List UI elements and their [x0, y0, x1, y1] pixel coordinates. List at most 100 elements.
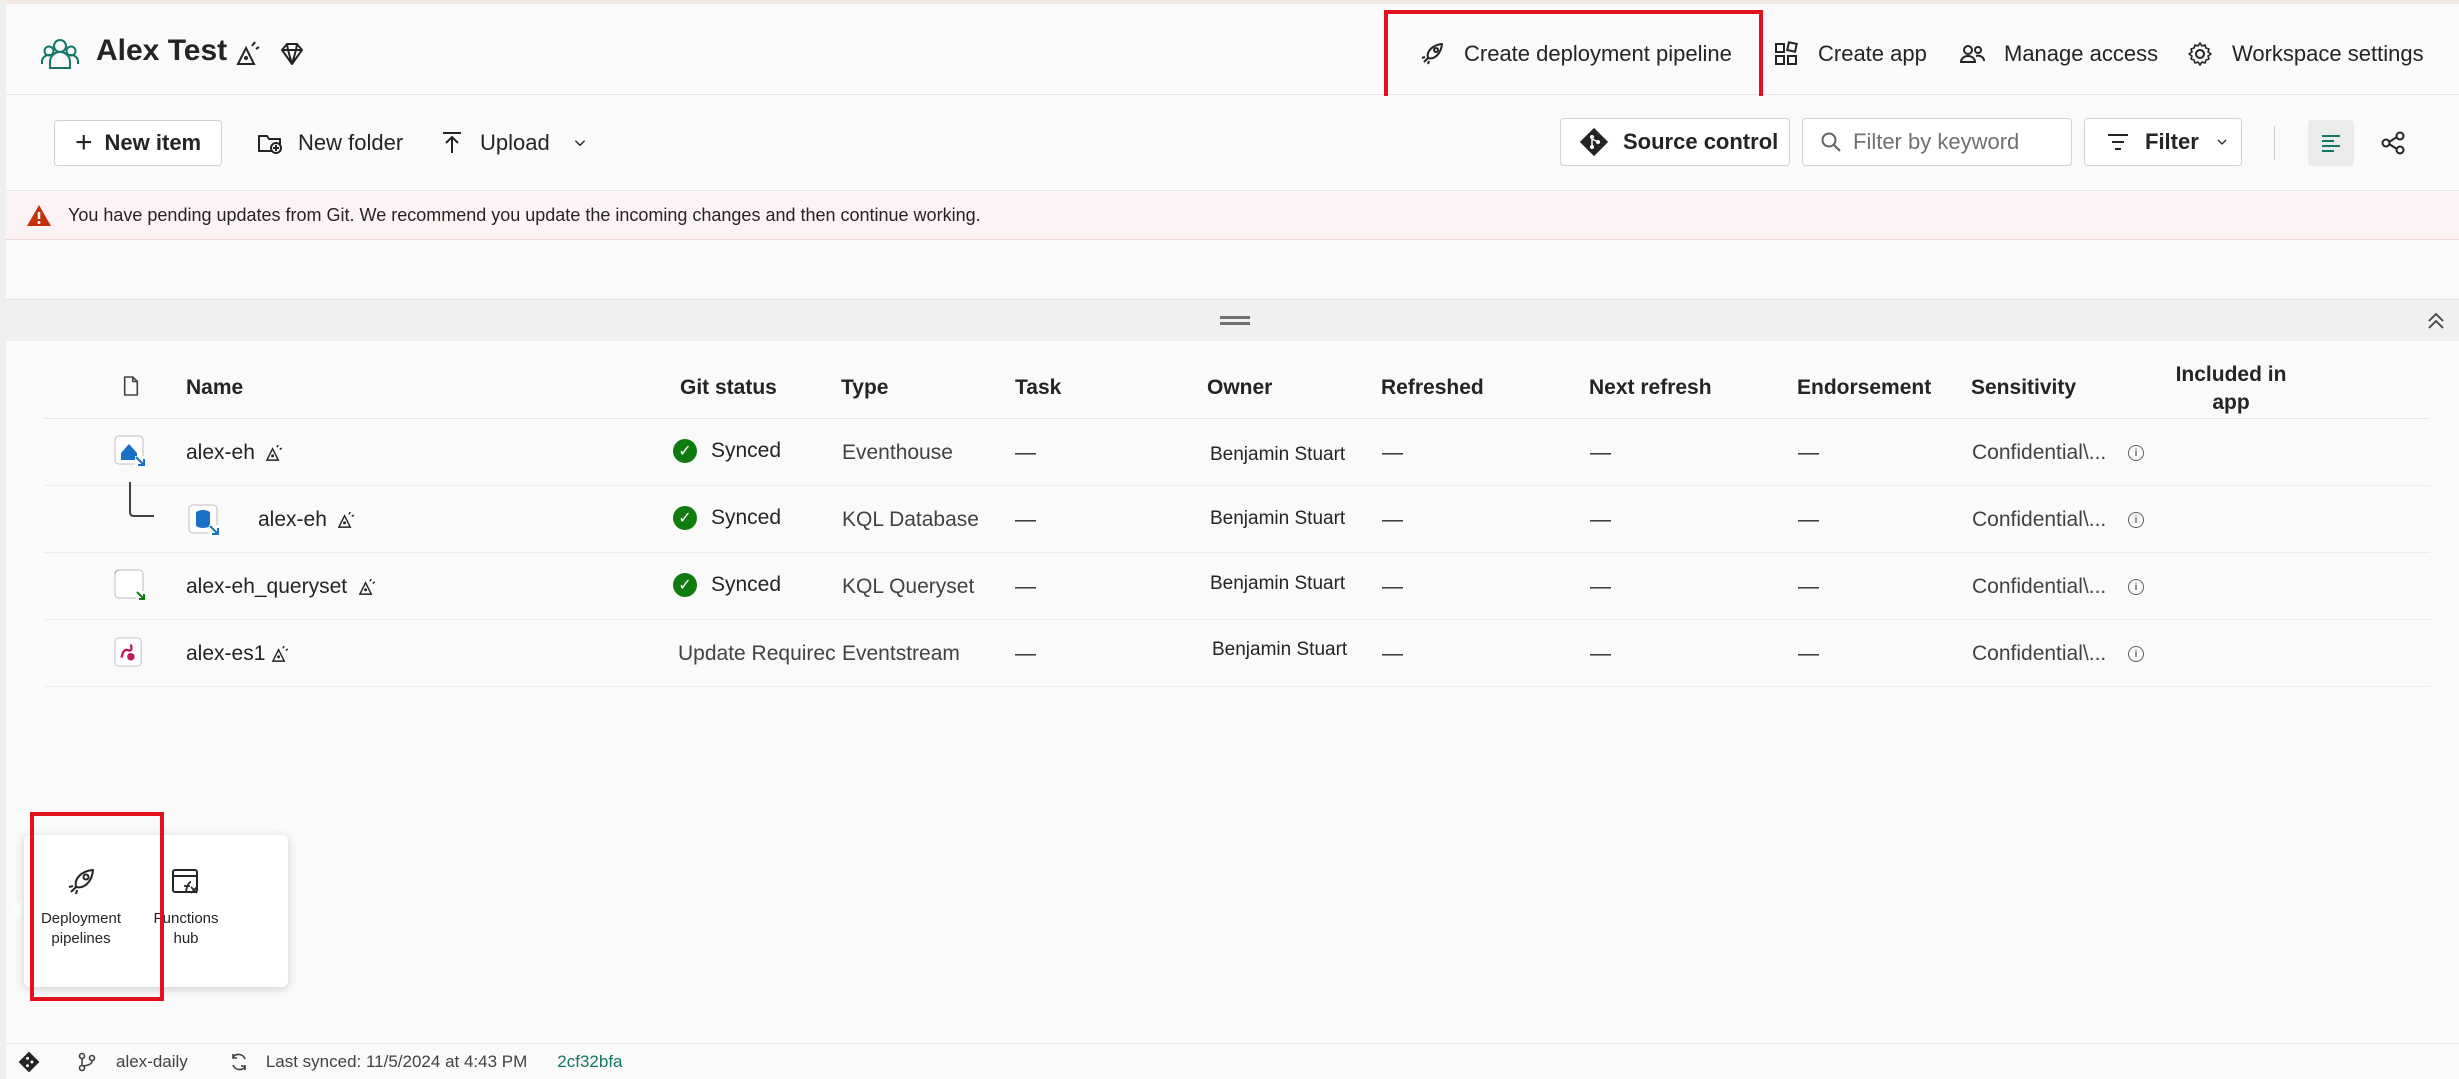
column-header-next-refresh[interactable]: Next refresh — [1589, 376, 1712, 400]
sync-icon[interactable] — [228, 1051, 250, 1073]
list-view-toggle[interactable] — [2308, 120, 2354, 166]
new-item-button[interactable]: + New item — [54, 120, 222, 166]
commit-hash-link[interactable]: 2cf32bfa — [557, 1052, 622, 1072]
column-header-name[interactable]: Name — [186, 376, 243, 400]
item-name[interactable]: alex-es1 — [186, 642, 265, 666]
item-sensitivity: Confidential\... — [1972, 575, 2107, 598]
new-folder-button[interactable]: New folder — [256, 120, 403, 166]
upload-arrow-icon — [443, 132, 461, 153]
item-sensitivity: Confidential\... — [1972, 642, 2107, 665]
sensitivity-label-icon — [358, 578, 376, 595]
column-header-endorsement[interactable]: Endorsement — [1797, 376, 1931, 400]
pane-splitter[interactable] — [6, 299, 2459, 341]
item-owner: Benjamin Stuart — [1210, 508, 1346, 529]
upload-label: Upload — [480, 130, 550, 155]
items-table: Name Git status Type Task Owner Refreshe… — [6, 341, 2459, 1041]
chevron-down-icon — [574, 140, 585, 147]
upload-button[interactable]: Upload — [438, 120, 602, 166]
create-app-label: Create app — [1818, 41, 1927, 66]
empty-area — [6, 241, 2459, 299]
git-status-text: Synced — [711, 439, 782, 462]
info-icon[interactable]: i — [2128, 579, 2144, 595]
drag-handle-icon[interactable] — [1220, 316, 1250, 325]
git-status-synced: ✓ Synced — [673, 439, 781, 463]
filter-icon — [2108, 134, 2128, 150]
source-control-button[interactable]: Source control — [1560, 118, 1790, 166]
git-diamond-icon — [1579, 127, 1609, 157]
highlight-box-deployment-pipelines — [30, 812, 164, 1001]
info-icon[interactable]: i — [2128, 445, 2144, 461]
item-name[interactable]: alex-eh — [186, 441, 255, 465]
table-row[interactable]: alex-es1 Update Requirec Eventstream — B… — [44, 620, 2430, 687]
manage-access-button[interactable]: Manage access — [1958, 34, 2158, 74]
create-app-button[interactable]: Create app — [1772, 34, 1927, 74]
sensitivity-label-icon — [265, 444, 283, 461]
column-header-included-in-app[interactable]: Included in app — [2171, 361, 2291, 417]
status-bar: alex-daily Last synced: 11/5/2024 at 4:4… — [6, 1043, 2459, 1079]
search-icon — [1821, 132, 1841, 152]
checkmark-icon: ✓ — [673, 573, 697, 597]
sensitivity-label-icon[interactable] — [234, 40, 262, 68]
column-header-sensitivity[interactable]: Sensitivity — [1971, 376, 2076, 400]
table-row[interactable]: alex-eh ✓ Synced Eventhouse — Benjamin S… — [44, 419, 2430, 486]
sensitivity-label-icon — [271, 645, 289, 662]
workspace-toolbar: + New item New folder Upload Source cont… — [6, 96, 2459, 191]
people-icon — [1959, 45, 1985, 63]
column-header-task[interactable]: Task — [1015, 376, 1061, 400]
info-icon[interactable]: i — [2128, 512, 2144, 528]
table-header: Name Git status Type Task Owner Refreshe… — [44, 341, 2430, 419]
popup-caret — [12, 900, 22, 918]
collapse-up-icon[interactable] — [2423, 308, 2449, 334]
workspace-icon — [41, 39, 79, 69]
item-endorsement: — — [1798, 441, 1819, 464]
new-folder-label: New folder — [298, 130, 404, 155]
item-sensitivity: Confidential\... — [1972, 441, 2107, 464]
banner-message: You have pending updates from Git. We re… — [68, 205, 981, 225]
included-in-app-line2: app — [2212, 391, 2250, 414]
item-type: KQL Queryset — [842, 575, 975, 598]
column-header-owner[interactable]: Owner — [1207, 376, 1272, 400]
new-item-label: New item — [104, 130, 202, 155]
chevron-down-icon — [2217, 139, 2227, 145]
git-status-text: Synced — [711, 506, 782, 529]
folder-add-icon — [258, 135, 282, 154]
item-refreshed: — — [1382, 575, 1403, 598]
item-refreshed: — — [1382, 441, 1403, 464]
item-type: Eventhouse — [842, 441, 953, 464]
kql-queryset-icon — [114, 569, 145, 600]
filter-by-keyword-search[interactable] — [1802, 118, 2072, 166]
last-synced-text: Last synced: 11/5/2024 at 4:43 PM — [265, 1051, 528, 1071]
lineage-view-toggle[interactable] — [2370, 120, 2416, 166]
workspace-settings-button[interactable]: Workspace settings — [2186, 34, 2424, 74]
branch-name[interactable]: alex-daily — [116, 1052, 188, 1072]
included-in-app-line1: Included in — [2175, 363, 2287, 386]
app-grid-icon — [1775, 41, 1798, 65]
workspace-settings-label: Workspace settings — [2232, 41, 2424, 66]
item-next-refresh: — — [1590, 508, 1611, 531]
info-icon[interactable]: i — [2128, 646, 2144, 662]
filter-button[interactable]: Filter — [2084, 118, 2242, 166]
file-type-icon[interactable] — [122, 375, 140, 397]
item-name[interactable]: alex-eh_queryset — [186, 575, 347, 599]
column-header-type[interactable]: Type — [841, 376, 888, 400]
item-endorsement: — — [1798, 508, 1819, 531]
item-sensitivity: Confidential\... — [1972, 508, 2107, 531]
item-name[interactable]: alex-eh — [258, 508, 327, 532]
item-task: — — [1015, 575, 1036, 598]
column-header-git-status[interactable]: Git status — [680, 376, 777, 400]
column-header-refreshed[interactable]: Refreshed — [1381, 376, 1484, 400]
item-owner: Benjamin Stuart — [1210, 573, 1346, 594]
item-next-refresh: — — [1590, 441, 1611, 464]
git-diamond-icon[interactable] — [18, 1051, 40, 1073]
kql-database-icon — [188, 504, 219, 535]
checkmark-icon: ✓ — [673, 506, 697, 530]
git-pending-updates-banner: You have pending updates from Git. We re… — [6, 192, 2459, 240]
search-input[interactable] — [1853, 129, 2063, 155]
item-task: — — [1015, 441, 1036, 464]
item-owner: Benjamin Stuart — [1210, 444, 1346, 465]
item-task: — — [1015, 642, 1036, 665]
premium-diamond-icon[interactable] — [278, 40, 306, 68]
table-row[interactable]: alex-eh ✓ Synced KQL Database — Benjamin… — [44, 482, 2430, 553]
table-row[interactable]: alex-eh_queryset ✓ Synced KQL Queryset —… — [44, 553, 2430, 620]
workspace-title: Alex Test — [96, 34, 228, 67]
